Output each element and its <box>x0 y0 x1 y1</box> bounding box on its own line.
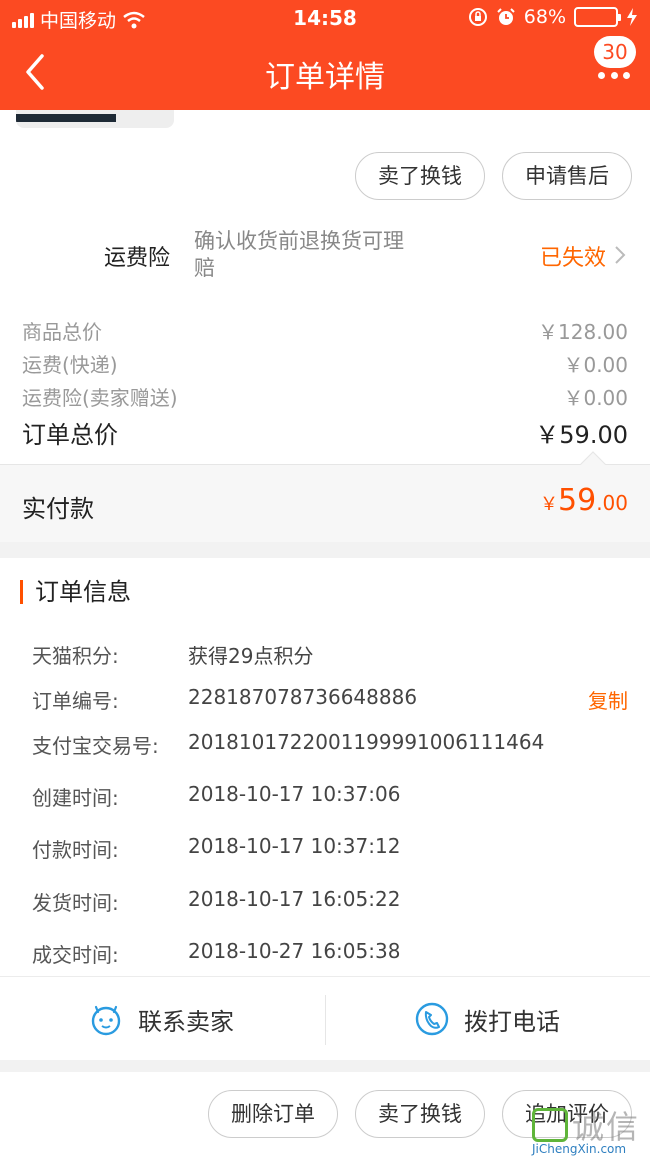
alarm-icon <box>497 8 515 25</box>
insurance-label: 运费险 <box>104 246 171 271</box>
sell-button[interactable]: 卖了换钱 <box>355 152 485 200</box>
info-value: 获得29点积分 <box>188 644 314 668</box>
info-value: 2018-10-17 10:37:06 <box>188 782 401 806</box>
sell-button-bottom[interactable]: 卖了换钱 <box>355 1090 485 1138</box>
insurance-description: 确认收货前退换货可理赔 <box>194 229 404 280</box>
after-sale-button[interactable]: 申请售后 <box>502 152 632 200</box>
info-label: 付款时间: <box>32 838 119 862</box>
goods-price-label: 商品总价 <box>22 320 102 344</box>
contact-seller-button[interactable]: 联系卖家 <box>88 977 234 1061</box>
contact-bar: 联系卖家 拨打电话 <box>0 976 650 1060</box>
paid-amount-int: 59 <box>558 483 597 518</box>
paid-currency: ￥ <box>540 494 558 515</box>
watermark-site: JiChengXin.com <box>532 1142 627 1156</box>
header: 中国移动 14:58 68% 订单详情 30 <box>0 0 650 110</box>
order-info-card: 订单信息 天猫积分: 获得29点积分 订单编号: 228187078736648… <box>0 558 650 1060</box>
paid-amount: ￥59.00 <box>540 483 628 518</box>
battery-percent: 68% <box>523 6 566 28</box>
insurance-price-label: 运费险(卖家赠送) <box>22 386 178 410</box>
order-total-value: ￥59.00 <box>535 421 628 449</box>
call-phone-label: 拨打电话 <box>464 1007 560 1036</box>
lock-rotation-icon <box>468 8 487 26</box>
order-total-label: 订单总价 <box>22 421 118 449</box>
info-label: 成交时间: <box>32 943 119 967</box>
shipping-price-row: 运费(快递) ￥0.00 <box>22 349 628 378</box>
order-total-row: 订单总价 ￥59.00 <box>22 415 628 450</box>
phone-icon <box>415 1002 449 1036</box>
watermark: 诚信 JiChengXin.com <box>532 1100 644 1156</box>
chevron-right-icon[interactable] <box>612 244 628 266</box>
payment-box: 实付款 ￥59.00 <box>0 451 650 542</box>
message-count-badge: 30 <box>594 36 636 68</box>
paid-amount-dec: .00 <box>596 491 628 515</box>
info-label: 订单编号: <box>32 689 119 713</box>
insurance-status[interactable]: 已失效 <box>540 240 606 272</box>
battery-icon <box>574 7 621 27</box>
charging-icon <box>627 8 637 26</box>
goods-price-row: 商品总价 ￥128.00 <box>22 316 628 345</box>
info-label: 天猫积分: <box>32 644 119 668</box>
order-info-title: 订单信息 <box>20 580 131 604</box>
seller-chat-icon <box>91 1005 121 1036</box>
goods-price-value: ￥128.00 <box>538 320 628 344</box>
info-label: 支付宝交易号: <box>32 734 159 758</box>
order-summary-card: 卖了换钱 申请售后 运费险 确认收货前退换货可理赔 已失效 商品总价 ￥128.… <box>0 110 650 542</box>
info-value: 2018101722001199991006111464 <box>188 730 545 754</box>
insurance-price-row: 运费险(卖家赠送) ￥0.00 <box>22 382 628 411</box>
product-thumbnail[interactable] <box>16 110 174 128</box>
page-title: 订单详情 <box>265 60 385 95</box>
info-value: 2018-10-27 16:05:38 <box>188 939 401 963</box>
info-value: 2018-10-17 10:37:12 <box>188 834 401 858</box>
delete-order-button[interactable]: 删除订单 <box>208 1090 338 1138</box>
status-bar: 中国移动 14:58 68% <box>0 0 650 36</box>
contact-seller-label: 联系卖家 <box>138 1007 234 1036</box>
paid-label: 实付款 <box>22 495 94 523</box>
call-phone-button[interactable]: 拨打电话 <box>414 977 560 1061</box>
shipping-price-value: ￥0.00 <box>563 353 628 377</box>
info-label: 发货时间: <box>32 891 119 915</box>
info-label: 创建时间: <box>32 786 119 810</box>
insurance-price-value: ￥0.00 <box>563 386 628 410</box>
watermark-logo-icon <box>532 1108 568 1142</box>
info-value: 228187078736648886 <box>188 685 418 709</box>
status-right: 68% <box>468 6 638 28</box>
info-value: 2018-10-17 16:05:22 <box>188 887 401 911</box>
copy-button[interactable]: 复制 <box>588 685 628 714</box>
shipping-price-label: 运费(快递) <box>22 353 118 377</box>
